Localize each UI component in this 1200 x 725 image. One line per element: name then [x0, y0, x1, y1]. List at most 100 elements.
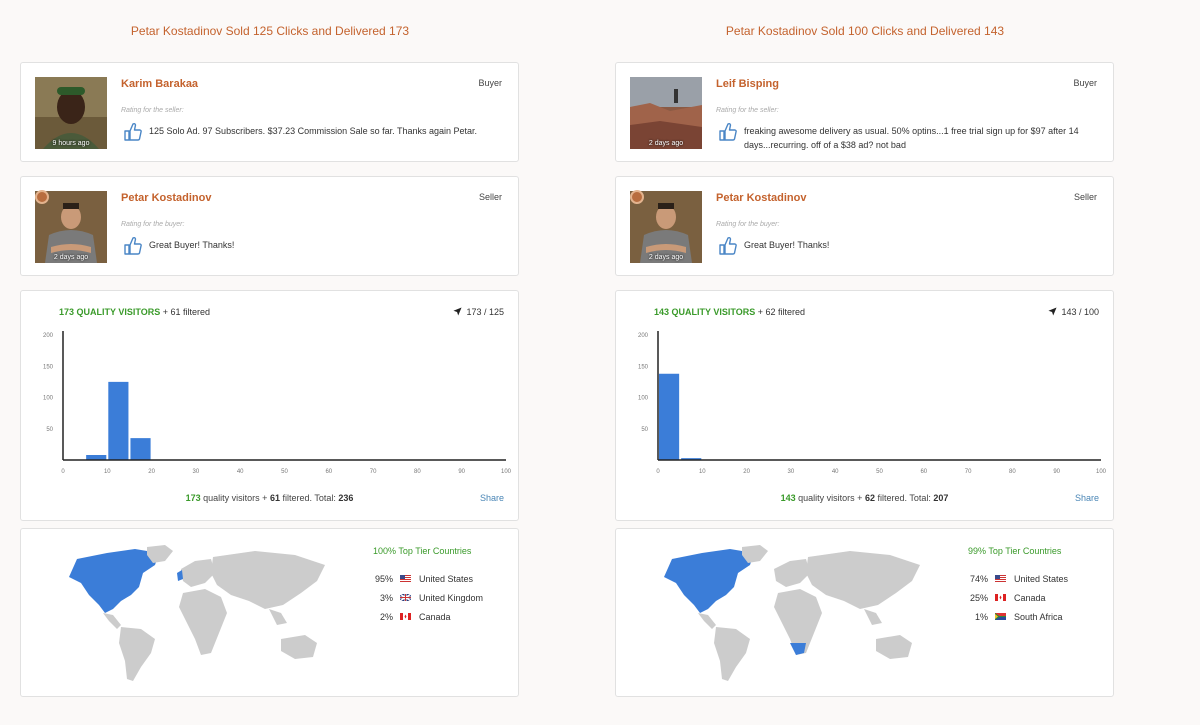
- x-tick-label: 60: [325, 469, 332, 475]
- share-link[interactable]: Share: [480, 493, 504, 503]
- avatar[interactable]: 9 hours ago: [35, 77, 107, 149]
- filtered-text: + 62 filtered: [757, 307, 806, 317]
- x-tick-label: 0: [656, 469, 660, 475]
- x-tick-label: 40: [832, 469, 839, 475]
- y-tick-label: 100: [43, 396, 54, 402]
- world-map: [664, 545, 920, 681]
- map-north-america: [69, 549, 159, 613]
- map-australia: [281, 635, 317, 659]
- buyer-review-card: 2 days ago Leif Bisping Buyer Rating for…: [615, 62, 1114, 162]
- map-australia: [876, 635, 912, 659]
- seller-badge-icon: [35, 190, 49, 204]
- rating-for-label: Rating for the seller:: [121, 107, 184, 114]
- seller-review-card: 2 days ago Petar Kostadinov Seller Ratin…: [20, 176, 519, 276]
- delivery-ratio: 173 / 125: [453, 307, 504, 317]
- histogram-bar: [130, 438, 151, 460]
- quality-count: 173: [59, 307, 75, 317]
- ca-flag-icon: [995, 594, 1006, 601]
- review-age: 2 days ago: [53, 254, 89, 261]
- map-asia: [806, 551, 920, 609]
- reviewer-name[interactable]: Karim Barakaa: [121, 78, 198, 90]
- y-tick-label: 50: [641, 427, 648, 433]
- country-name: United States: [1014, 573, 1069, 584]
- country-percent: 2%: [379, 611, 393, 622]
- visitors-histogram: 50 100 150 200 0 10 20 30 40 50 60 70 80 90 100: [638, 331, 1107, 475]
- country-list: 95% United States 3% United Kingdom 2% C…: [351, 569, 511, 626]
- quality-label: QUALITY VISITORS: [671, 307, 756, 317]
- top-tier-label: 100% Top Tier Countries: [373, 546, 472, 556]
- review-text: Great Buyer! Thanks!: [149, 240, 235, 250]
- y-tick-label: 150: [43, 364, 54, 370]
- uk-flag-icon: [400, 594, 411, 601]
- reviewer-name[interactable]: Petar Kostadinov: [716, 192, 806, 204]
- country-percent: 95%: [374, 573, 393, 584]
- rating-for-label: Rating for the seller:: [716, 107, 779, 114]
- country-name: Canada: [419, 611, 451, 622]
- thumbs-up-icon: [124, 236, 142, 255]
- visitor-stats-card: 143 QUALITY VISITORS + 62 filtered 143 /…: [615, 290, 1114, 521]
- y-tick-label: 200: [638, 333, 649, 339]
- review-text: Great Buyer! Thanks!: [744, 240, 830, 250]
- location-arrow-icon: [453, 307, 463, 316]
- share-link[interactable]: Share: [1075, 493, 1099, 503]
- location-arrow-icon: [1048, 307, 1058, 316]
- map-southeast-asia: [269, 609, 287, 625]
- x-tick-label: 70: [370, 469, 377, 475]
- country-row: 3% United Kingdom: [351, 588, 511, 607]
- visitors-histogram: 50 100 150 200 0 10 20 30 40 50 60 70 80 90 100: [43, 331, 512, 475]
- grand-total: 207: [933, 493, 949, 503]
- deal-title: Petar Kostadinov Sold 100 Clicks and Del…: [725, 24, 1005, 38]
- reviewer-role: Buyer: [478, 78, 502, 88]
- reviewer-name[interactable]: Petar Kostadinov: [121, 192, 211, 204]
- rating-for-label: Rating for the buyer:: [716, 221, 780, 228]
- quality-visitors-summary: 173 QUALITY VISITORS + 61 filtered: [59, 307, 210, 317]
- quality-visitors-summary: 143 QUALITY VISITORS + 62 filtered: [654, 307, 805, 317]
- x-tick-label: 0: [61, 469, 65, 475]
- country-name: Canada: [1014, 592, 1046, 603]
- y-tick-label: 150: [638, 364, 649, 370]
- map-north-america: [664, 549, 754, 613]
- avatar[interactable]: 2 days ago: [630, 77, 702, 149]
- review-age: 9 hours ago: [52, 140, 90, 147]
- review-age: 2 days ago: [648, 140, 684, 147]
- us-flag-icon: [995, 575, 1006, 582]
- country-name: United States: [419, 573, 474, 584]
- y-tick-label: 50: [46, 427, 53, 433]
- deal-column-1: Petar Kostadinov Sold 125 Clicks and Del…: [20, 0, 520, 697]
- buyer-review-card: 9 hours ago Karim Barakaa Buyer Rating f…: [20, 62, 519, 162]
- x-tick-label: 70: [965, 469, 972, 475]
- review-text: 125 Solo Ad. 97 Subscribers. $37.23 Comm…: [149, 126, 478, 136]
- reviewer-role: Seller: [1073, 192, 1097, 202]
- thumbs-up-icon: [719, 122, 737, 141]
- us-flag-icon: [400, 575, 411, 582]
- quality-count: 143: [654, 307, 670, 317]
- ratio-value: 173 / 125: [466, 307, 504, 317]
- filtered-text: + 61 filtered: [162, 307, 211, 317]
- country-row: 2% Canada: [351, 607, 511, 626]
- x-tick-label: 30: [193, 469, 200, 475]
- x-tick-label: 80: [1009, 469, 1016, 475]
- thumbs-up-icon: [124, 122, 142, 141]
- x-tick-label: 60: [920, 469, 927, 475]
- map-europe: [181, 559, 215, 587]
- map-central-america: [698, 613, 716, 629]
- deal-title: Petar Kostadinov Sold 125 Clicks and Del…: [130, 24, 410, 38]
- map-uk: [177, 570, 183, 581]
- review-age: 2 days ago: [648, 254, 684, 261]
- total-filtered: 62: [864, 493, 875, 503]
- map-asia: [211, 551, 325, 609]
- world-map: [69, 545, 325, 681]
- x-tick-label: 30: [788, 469, 795, 475]
- map-central-america: [103, 613, 121, 629]
- map-europe: [774, 559, 810, 587]
- x-tick-label: 20: [148, 469, 155, 475]
- totals-line: 173 quality visitors + 61 filtered. Tota…: [21, 493, 518, 503]
- country-row: 25% Canada: [946, 588, 1106, 607]
- country-row: 74% United States: [946, 569, 1106, 588]
- total-quality: 143: [780, 493, 796, 503]
- country-list: 74% United States 25% Canada 1% South Af…: [946, 569, 1106, 626]
- seller-review-card: 2 days ago Petar Kostadinov Seller Ratin…: [615, 176, 1114, 276]
- quality-visitors-text: quality visitors +: [203, 493, 268, 503]
- reviewer-name[interactable]: Leif Bisping: [716, 78, 779, 90]
- map-south-america: [119, 627, 155, 681]
